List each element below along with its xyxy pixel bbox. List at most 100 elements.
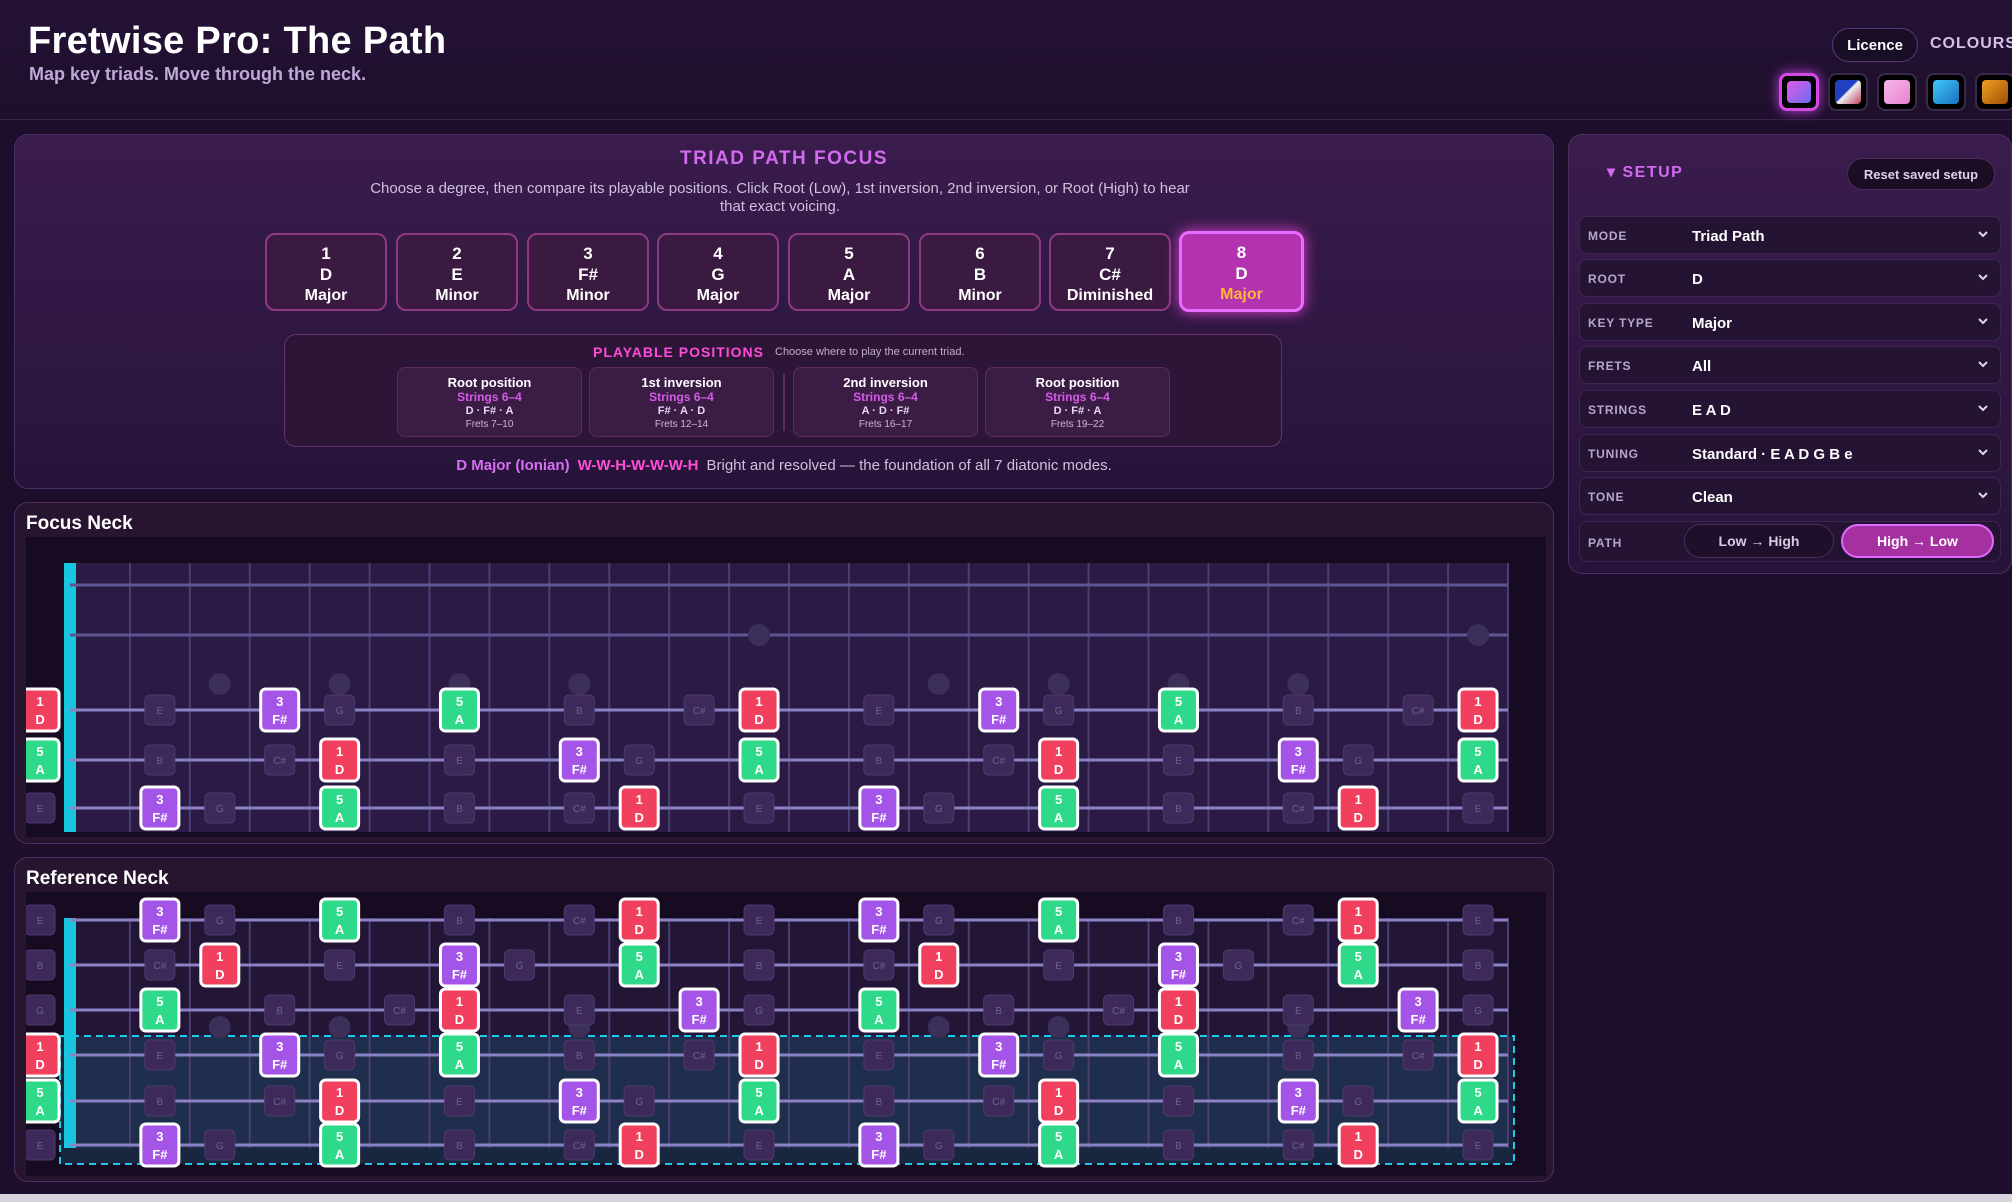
- chevron-down-icon: [1978, 274, 1988, 281]
- reference-neck-fretboard[interactable]: E3F#G5AB C#1DE3F#G5AB C#1DEB C#1DE3F#G5AB C#…: [26, 892, 1546, 1176]
- scale-note-label: E: [456, 1097, 463, 1108]
- degree-button-8[interactable]: 8 D Major: [1179, 231, 1304, 312]
- fret-note-F#: 3 F#: [139, 1122, 181, 1168]
- fret-note-C#: C#: [1402, 1039, 1434, 1071]
- setup-value: Standard · E A D G B e: [1692, 446, 1853, 463]
- fret-note-B: B: [1282, 694, 1314, 726]
- scale-note-label: C#: [1112, 1006, 1125, 1017]
- position-notes: D · F# · A: [1053, 405, 1102, 417]
- note-name-label: F#: [871, 1147, 887, 1162]
- degree-button-5[interactable]: 5 A Major: [788, 233, 910, 311]
- colour-swatch-magenta[interactable]: [1779, 73, 1819, 111]
- position-card-1st-inversion[interactable]: 1st inversion Strings 6–4 F# · A · D Frets …: [589, 367, 774, 437]
- note-degree-label: 5: [336, 1129, 343, 1144]
- note-name-label: F#: [452, 967, 468, 982]
- fret-note-F#: 3 F#: [259, 1032, 301, 1078]
- fret-note-F#: 3 F#: [438, 942, 480, 988]
- scale-note-label: C#: [273, 756, 286, 767]
- mode-pattern: W-W-H-W-W-W-H: [577, 457, 699, 474]
- setup-frets-select[interactable]: FRETS All: [1579, 346, 2001, 384]
- scale-note-label: G: [1055, 706, 1063, 717]
- note-name-label: D: [215, 967, 224, 982]
- fret-note-B: B: [144, 744, 176, 776]
- scale-note-label: B: [756, 961, 763, 972]
- fret-note-A: 5A: [1157, 687, 1199, 733]
- scale-note-label: B: [37, 961, 44, 972]
- reset-setup-button[interactable]: Reset saved setup: [1847, 158, 1995, 190]
- note-name-label: A: [1174, 712, 1184, 727]
- degree-button-2[interactable]: 2 E Minor: [396, 233, 518, 311]
- note-degree-label: 5: [1055, 792, 1062, 807]
- colour-swatch-amber[interactable]: [1975, 73, 2012, 111]
- fret-inlay-dot: [1047, 1016, 1070, 1038]
- note-name-label: D: [1054, 1103, 1063, 1118]
- focus-neck-fretboard[interactable]: 1DE3F#G5AB C#1DE3F#G5AB C#1D5AB C#1DE3F#G5A…: [26, 537, 1546, 837]
- fret-note-E: E: [1043, 949, 1075, 981]
- note-degree-label: 1: [1055, 744, 1062, 759]
- fret-note-C#: C#: [983, 744, 1015, 776]
- fret-note-A: 5A: [1457, 1078, 1499, 1124]
- setup-strings-select[interactable]: STRINGS E A D: [1579, 390, 2001, 428]
- positions-divider: [783, 373, 785, 431]
- scale-note-label: C#: [992, 1097, 1005, 1108]
- position-card-root-low[interactable]: Root position Strings 6–4 D · F# · A Frets …: [397, 367, 582, 437]
- fret-note-C#: C#: [384, 994, 416, 1026]
- app-title: Fretwise Pro: The Path: [28, 20, 447, 62]
- nut: [64, 918, 76, 1148]
- path-low-to-high-button[interactable]: Low → High: [1684, 524, 1834, 558]
- colour-swatch-pink[interactable]: [1877, 73, 1917, 111]
- mode-description: Bright and resolved — the foundation of …: [706, 457, 1112, 474]
- fret-note-F#: 3 F#: [1397, 987, 1439, 1033]
- note-name-label: F#: [1291, 1103, 1307, 1118]
- fret-note-E: E: [144, 694, 176, 726]
- degree-button-6[interactable]: 6 B Minor: [919, 233, 1041, 311]
- degree-button-1[interactable]: 1 D Major: [265, 233, 387, 311]
- setup-root-select[interactable]: ROOT D: [1579, 259, 2001, 297]
- colour-swatch-cyan[interactable]: [1926, 73, 1966, 111]
- fret-inlay-dot: [1287, 673, 1310, 695]
- scale-note-label: C#: [573, 1141, 586, 1152]
- focus-neck-title: Focus Neck: [26, 513, 133, 534]
- position-card-2nd-inversion[interactable]: 2nd inversion Strings 6–4 A · D · F# Frets …: [793, 367, 978, 437]
- note-name-label: D: [455, 1012, 464, 1027]
- fret-note-B: B: [983, 994, 1015, 1026]
- fret-note-A: 5A: [1038, 785, 1080, 831]
- fret-note-B: B: [144, 1085, 176, 1117]
- colour-swatch-blue[interactable]: [1828, 73, 1868, 111]
- fret-note-B: B: [443, 792, 475, 824]
- mode-name: D Major (Ionian): [456, 457, 570, 474]
- note-degree-label: 5: [1355, 949, 1362, 964]
- note-degree-label: 1: [636, 904, 643, 919]
- fret-note-D: 1D: [1457, 1032, 1499, 1078]
- degree-button-4[interactable]: 4 G Major: [657, 233, 779, 311]
- fret-inlay-dot: [927, 1016, 950, 1038]
- position-strings: Strings 6–4: [649, 390, 714, 404]
- position-card-root-high[interactable]: Root position Strings 6–4 D · F# · A Frets …: [985, 367, 1170, 437]
- setup-title[interactable]: ▾ SETUP: [1607, 162, 1683, 182]
- note-name-label: F#: [152, 922, 168, 937]
- setup-tuning-select[interactable]: TUNING Standard · E A D G B e: [1579, 434, 2001, 472]
- scale-note-label: C#: [1412, 1051, 1425, 1062]
- scale-note-label: G: [1055, 1051, 1063, 1062]
- chevron-down-icon: [1978, 492, 1988, 499]
- scale-note-label: E: [157, 1051, 164, 1062]
- path-high-to-low-button[interactable]: High → Low: [1841, 524, 1994, 558]
- degree-quality: Diminished: [1066, 287, 1154, 304]
- note-degree-label: 3: [156, 904, 163, 919]
- setup-tone-select[interactable]: TONE Clean: [1579, 477, 2001, 515]
- setup-mode-select[interactable]: MODE Triad Path: [1579, 216, 2001, 254]
- degree-button-3[interactable]: 3 F# Minor: [527, 233, 649, 311]
- scale-note-label: E: [756, 1141, 763, 1152]
- fret-note-F#: 3 F#: [139, 897, 181, 943]
- fret-note-E: E: [563, 994, 595, 1026]
- licence-button[interactable]: Licence: [1832, 28, 1918, 62]
- fret-note-F#: 3 F#: [978, 687, 1020, 733]
- fret-note-G: G: [324, 1039, 356, 1071]
- degree-button-7[interactable]: 7 C# Diminished: [1049, 233, 1171, 311]
- fret-note-A: 5A: [1457, 737, 1499, 783]
- position-name: 2nd inversion: [843, 375, 928, 390]
- fret-note-G: G: [1043, 1039, 1075, 1071]
- setup-key-type-select[interactable]: KEY TYPE Major: [1579, 303, 2001, 341]
- playable-positions-hint: Choose where to play the current triad.: [775, 346, 965, 358]
- note-name-label: A: [1354, 967, 1364, 982]
